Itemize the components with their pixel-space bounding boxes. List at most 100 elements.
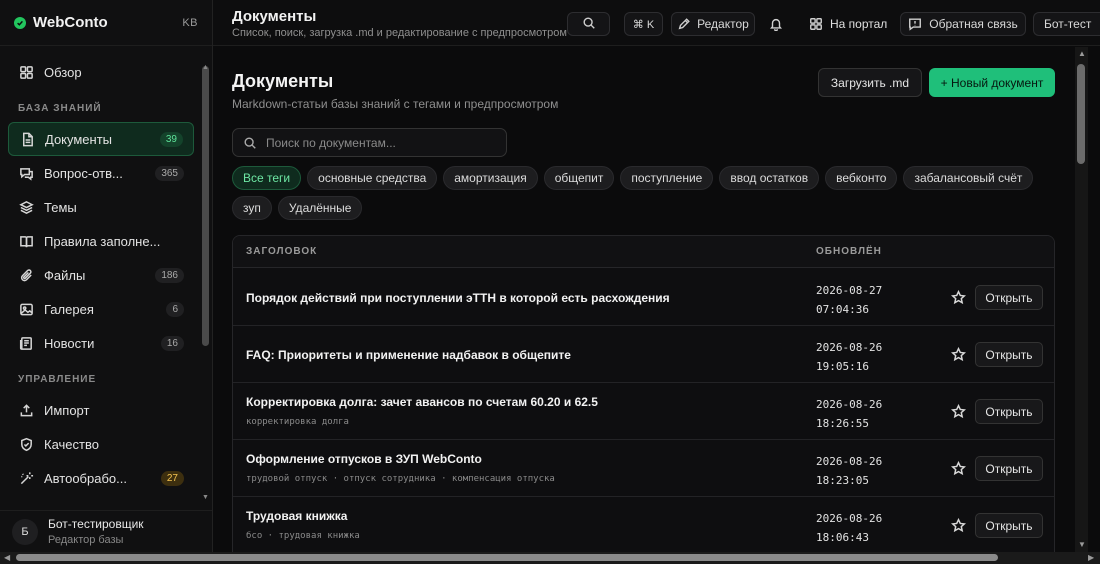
chat-icon — [18, 165, 34, 181]
star-icon[interactable] — [950, 289, 967, 306]
sidebar-item-label: Обзор — [44, 64, 82, 80]
star-icon[interactable] — [950, 403, 967, 420]
document-search — [232, 128, 507, 157]
sidebar-item-label: Импорт — [44, 402, 90, 418]
tag-chip[interactable]: основные средства — [307, 166, 438, 190]
count-badge: 27 — [160, 470, 184, 486]
table-row[interactable]: Порядок действий при поступлении эТТН в … — [233, 269, 1054, 326]
sidebar-item-label: Новости — [44, 335, 95, 351]
user-role: Редактор базы — [48, 534, 124, 546]
tag-chip[interactable]: вебконто — [825, 166, 898, 190]
scroll-left-arrow[interactable]: ◀ — [4, 554, 10, 562]
sidebar-scrollbar-thumb[interactable] — [202, 66, 209, 346]
sidebar-item-quality[interactable]: Качество — [8, 427, 194, 461]
tag-chip[interactable]: амортизация — [443, 166, 538, 190]
command-palette-button[interactable]: ⌘ K — [624, 12, 663, 36]
portal-link[interactable]: На портал — [809, 12, 887, 36]
column-header-updated: ОБНОВЛЁН — [816, 246, 882, 257]
sidebar-item-documents[interactable]: Документы 39 — [8, 122, 194, 156]
bell-icon — [769, 17, 783, 31]
sidebar-item-label: Галерея — [44, 301, 94, 317]
feedback-button[interactable]: Обратная связь — [900, 12, 1026, 36]
document-title[interactable]: Корректировка долга: зачет авансов по сч… — [246, 395, 598, 409]
document-title[interactable]: Порядок действий при поступлении эТТН в … — [246, 291, 670, 305]
tag-all[interactable]: Все теги — [232, 166, 302, 190]
sidebar-item-import[interactable]: Импорт — [8, 393, 194, 427]
updated-date: 2026-08-26 — [816, 341, 883, 354]
app-window: WebConto KB Обзор БАЗА ЗНАНИЙ Документы … — [0, 0, 1100, 564]
new-document-button[interactable]: + Новый документ — [929, 68, 1055, 97]
star-icon[interactable] — [950, 460, 967, 477]
star-icon[interactable] — [950, 517, 967, 534]
horizontal-scrollbar-thumb[interactable] — [16, 554, 998, 561]
upload-md-button[interactable]: Загрузить .md — [818, 68, 922, 97]
star-icon[interactable] — [950, 346, 967, 363]
sidebar-item-files[interactable]: Файлы 186 — [8, 258, 194, 292]
sidebar-item-topics[interactable]: Темы — [8, 190, 194, 224]
updated-time: 19:05:16 — [816, 360, 869, 373]
search-input[interactable] — [266, 135, 486, 150]
user-info: Бот-тестировщик Редактор базы — [48, 517, 144, 546]
document-title[interactable]: Оформление отпусков в ЗУП WebConto — [246, 452, 482, 466]
table-row[interactable]: Корректировка долга: зачет авансов по сч… — [233, 383, 1054, 440]
editor-button[interactable]: Редактор — [671, 12, 755, 36]
notifications-button[interactable] — [769, 12, 783, 36]
document-title[interactable]: FAQ: Приоритеты и применение надбавок в … — [246, 348, 571, 362]
scroll-down-arrow[interactable]: ▼ — [201, 494, 210, 502]
search-button[interactable] — [567, 12, 610, 36]
tag-chip[interactable]: ввод остатков — [719, 166, 820, 190]
apps-icon — [809, 17, 830, 31]
bot-account-button[interactable]: Бот-тест — [1033, 12, 1100, 36]
page-scrollbar-thumb[interactable] — [1077, 64, 1085, 164]
open-button[interactable]: Открыть — [975, 513, 1043, 538]
sidebar-nav: Обзор БАЗА ЗНАНИЙ Документы 39 Вопрос-от… — [8, 55, 194, 495]
tag-chip[interactable]: зуп — [232, 196, 272, 220]
brand-name: WebConto — [33, 14, 108, 31]
scroll-up-arrow[interactable]: ▲ — [1078, 50, 1086, 58]
sidebar-item-autoprocess[interactable]: Автообрабо... 27 — [8, 461, 194, 495]
table-header: ЗАГОЛОВОК ОБНОВЛЁН — [233, 236, 1054, 268]
updated-at: 2026-08-26 18:23:05 — [816, 452, 882, 490]
user-profile[interactable]: Б Бот-тестировщик Редактор базы — [0, 510, 212, 552]
section-label-knowledge: БАЗА ЗНАНИЙ — [18, 103, 102, 114]
search-icon — [243, 136, 266, 150]
scroll-right-arrow[interactable]: ▶ — [1088, 554, 1094, 562]
tag-deleted[interactable]: Удалённые — [277, 196, 363, 220]
table-row[interactable]: Трудовая книжка бсо · трудовая книжка 20… — [233, 497, 1054, 552]
tag-chip[interactable]: поступление — [620, 166, 714, 190]
sidebar-item-label: Документы — [45, 131, 113, 147]
section-label-manage: УПРАВЛЕНИЕ — [18, 374, 97, 385]
sidebar-item-label: Файлы — [44, 267, 86, 283]
updated-at: 2026-08-26 18:06:43 — [816, 509, 882, 547]
document-icon — [19, 131, 35, 147]
document-tags: корректировка долга — [246, 417, 349, 427]
sidebar-item-qa[interactable]: Вопрос-отв... 365 — [8, 156, 194, 190]
tag-chip[interactable]: забалансовый счёт — [903, 166, 1034, 190]
table-row[interactable]: FAQ: Приоритеты и применение надбавок в … — [233, 326, 1054, 383]
upload-icon — [18, 402, 34, 418]
updated-at: 2026-08-27 07:04:36 — [816, 281, 882, 319]
open-button[interactable]: Открыть — [975, 342, 1043, 367]
message-icon — [908, 17, 922, 31]
updated-date: 2026-08-27 — [816, 284, 883, 297]
kb-toggle[interactable]: KB — [182, 17, 198, 29]
sidebar-item-label: Вопрос-отв... — [44, 165, 123, 181]
sidebar-item-news[interactable]: Новости 16 — [8, 326, 194, 360]
scroll-down-arrow[interactable]: ▼ — [1078, 541, 1086, 549]
open-button[interactable]: Открыть — [975, 285, 1043, 310]
open-button[interactable]: Открыть — [975, 456, 1043, 481]
open-button[interactable]: Открыть — [975, 399, 1043, 424]
updated-at: 2026-08-26 19:05:16 — [816, 338, 882, 376]
sidebar-item-gallery[interactable]: Галерея 6 — [8, 292, 194, 326]
scroll-up-arrow[interactable]: ▲ — [201, 64, 210, 72]
sidebar-item-overview[interactable]: Обзор — [8, 55, 194, 89]
wand-icon — [18, 470, 34, 486]
count-badge: 186 — [155, 267, 184, 283]
table-row[interactable]: Оформление отпусков в ЗУП WebConto трудо… — [233, 440, 1054, 497]
portal-label: На портал — [830, 17, 888, 31]
document-title[interactable]: Трудовая книжка — [246, 509, 347, 523]
page-title: Документы — [232, 71, 334, 91]
sidebar-item-rules[interactable]: Правила заполне... — [8, 224, 194, 258]
topbar-title: Документы — [232, 8, 317, 25]
tag-chip[interactable]: общепит — [543, 166, 615, 190]
